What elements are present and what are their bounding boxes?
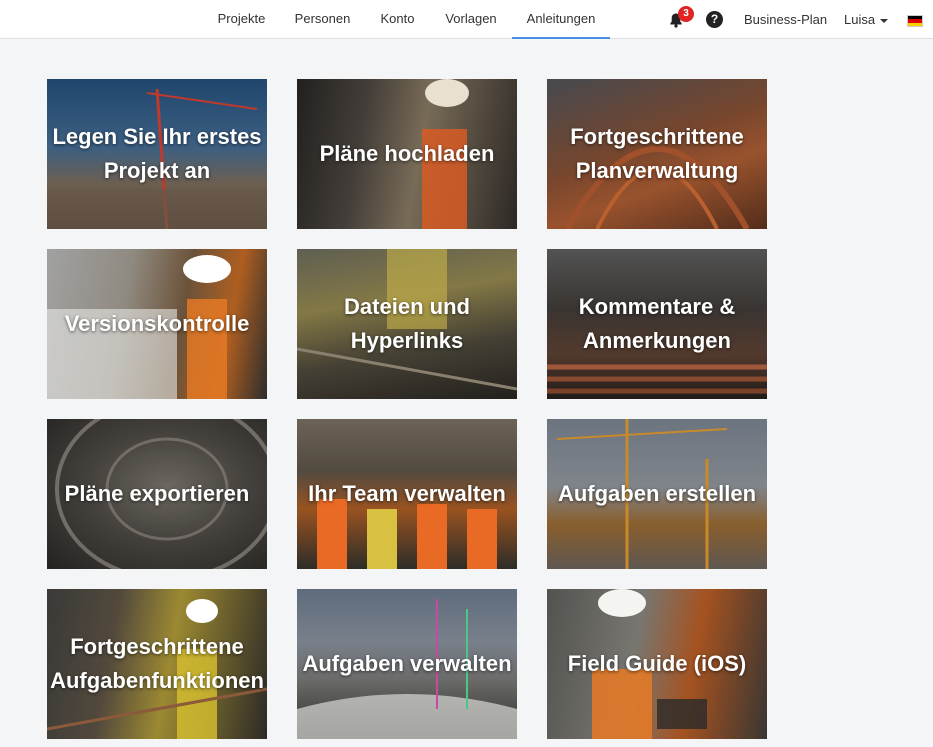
tile-label: Aufgaben verwalten bbox=[302, 651, 512, 676]
user-name: Luisa bbox=[844, 12, 876, 27]
tile-label: Versionskontrolle bbox=[64, 311, 250, 336]
tile-label: Field Guide (iOS) bbox=[567, 651, 747, 676]
tutorial-tile[interactable]: Versionskontrolle bbox=[47, 249, 267, 399]
tutorial-tile[interactable]: Fortgeschrittene Planverwaltung bbox=[547, 79, 767, 229]
tile-label: Aufgaben erstellen bbox=[557, 481, 757, 506]
nav-anleitungen[interactable]: Anleitungen bbox=[512, 0, 610, 39]
tile-label: Kommentare & Anmerkungen bbox=[578, 294, 736, 353]
nav-projekte[interactable]: Projekte bbox=[206, 0, 277, 39]
tutorial-tile[interactable]: Dateien und Hyperlinks bbox=[297, 249, 517, 399]
tutorial-tile[interactable]: Fortgeschrittene Aufgabenfunktionen bbox=[47, 589, 267, 739]
tile-label: Dateien und Hyperlinks bbox=[344, 294, 470, 353]
tile-label: Fortgeschrittene Planverwaltung bbox=[570, 124, 744, 183]
tutorial-tile[interactable]: Field Guide (iOS) bbox=[547, 589, 767, 739]
tile-label: Pläne exportieren bbox=[64, 481, 250, 506]
tutorial-tile[interactable]: Aufgaben verwalten bbox=[297, 589, 517, 739]
flag-de-icon[interactable] bbox=[907, 15, 923, 27]
tutorial-tile[interactable]: Pläne exportieren bbox=[47, 419, 267, 569]
tutorial-tile[interactable]: Kommentare & Anmerkungen bbox=[547, 249, 767, 399]
notification-count-badge: 3 bbox=[678, 6, 694, 22]
nav-konto[interactable]: Konto bbox=[370, 0, 425, 39]
tutorial-tile[interactable]: Legen Sie Ihr erstes Projekt an bbox=[47, 79, 267, 229]
tutorial-grid: Legen Sie Ihr erstes Projekt an Pläne ho… bbox=[47, 79, 767, 739]
business-plan-link[interactable]: Business-Plan bbox=[744, 0, 827, 39]
top-navigation-bar: Projekte Personen Konto Vorlagen Anleitu… bbox=[0, 0, 933, 39]
caret-down-icon bbox=[880, 18, 889, 23]
user-menu[interactable]: Luisa bbox=[844, 0, 889, 39]
nav-vorlagen[interactable]: Vorlagen bbox=[435, 0, 507, 39]
nav-personen[interactable]: Personen bbox=[285, 0, 360, 39]
tile-label: Fortgeschrittene Aufgabenfunktionen bbox=[50, 634, 264, 693]
tutorial-tile[interactable]: Pläne hochladen bbox=[297, 79, 517, 229]
tile-label: Ihr Team verwalten bbox=[308, 481, 506, 506]
tutorial-tile[interactable]: Ihr Team verwalten bbox=[297, 419, 517, 569]
tile-label: Legen Sie Ihr erstes Projekt an bbox=[52, 124, 262, 183]
tutorial-tile[interactable]: Aufgaben erstellen bbox=[547, 419, 767, 569]
tile-label: Pläne hochladen bbox=[319, 141, 495, 166]
question-circle-icon[interactable]: ? bbox=[706, 11, 723, 28]
